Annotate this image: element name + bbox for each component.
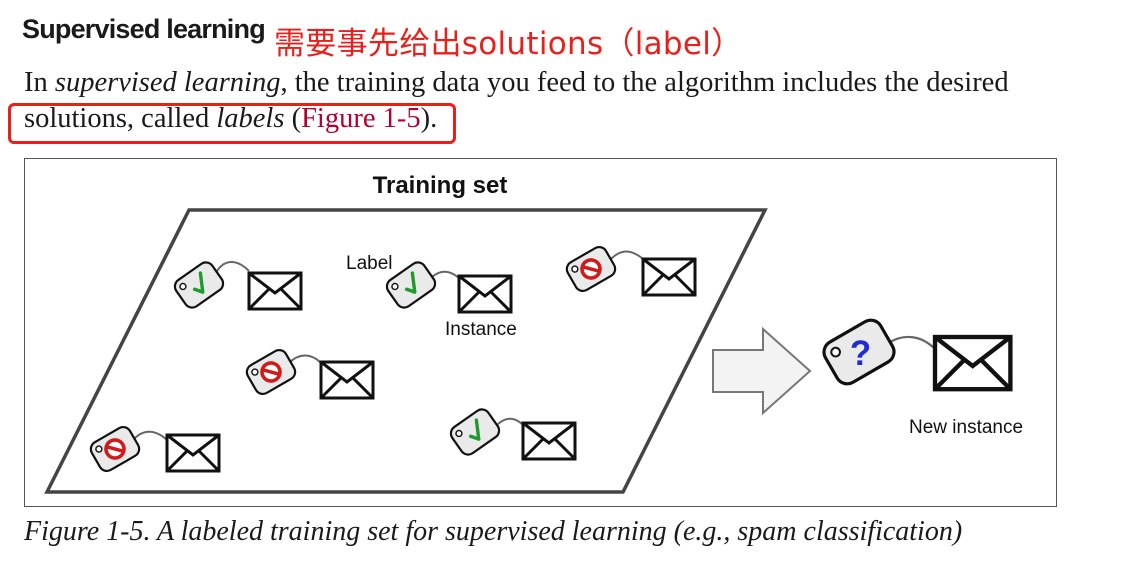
new-instance: ? [818,314,1011,390]
text-run: In [24,67,55,98]
envelope-icon [641,257,697,297]
training-set-parallelogram [44,208,768,494]
envelope-icon [247,271,303,311]
handwritten-annotation: 需要事先给出solutions（label） [274,26,743,62]
section-heading: Supervised learning [22,14,266,44]
envelope-icon [521,421,577,461]
label-callout: Label [346,253,393,274]
question-mark-tag-icon: ? [818,314,900,390]
new-instance-label: New instance [909,417,1023,438]
envelope-icon [319,360,375,400]
paragraph-line-1: In supervised learning, the training dat… [24,65,1099,101]
annotation-highlight-box [8,103,456,144]
envelope-icon [935,337,1010,389]
term-supervised-learning: supervised learning [54,67,281,98]
figure-frame: Training set Label Instance ? New instan… [24,158,1057,507]
right-arrow-icon [712,326,812,416]
training-set-diagram: Training set Label Instance ? New instan… [44,172,1023,494]
envelope-icon [457,274,513,314]
envelope-icon [165,433,221,473]
question-mark-symbol: ? [850,334,871,373]
figure-caption: Figure 1-5. A labeled training set for s… [24,516,963,547]
training-set-title: Training set [373,172,508,199]
instance-callout: Instance [445,319,517,340]
text-run: , the training data you feed to the algo… [280,67,1009,98]
